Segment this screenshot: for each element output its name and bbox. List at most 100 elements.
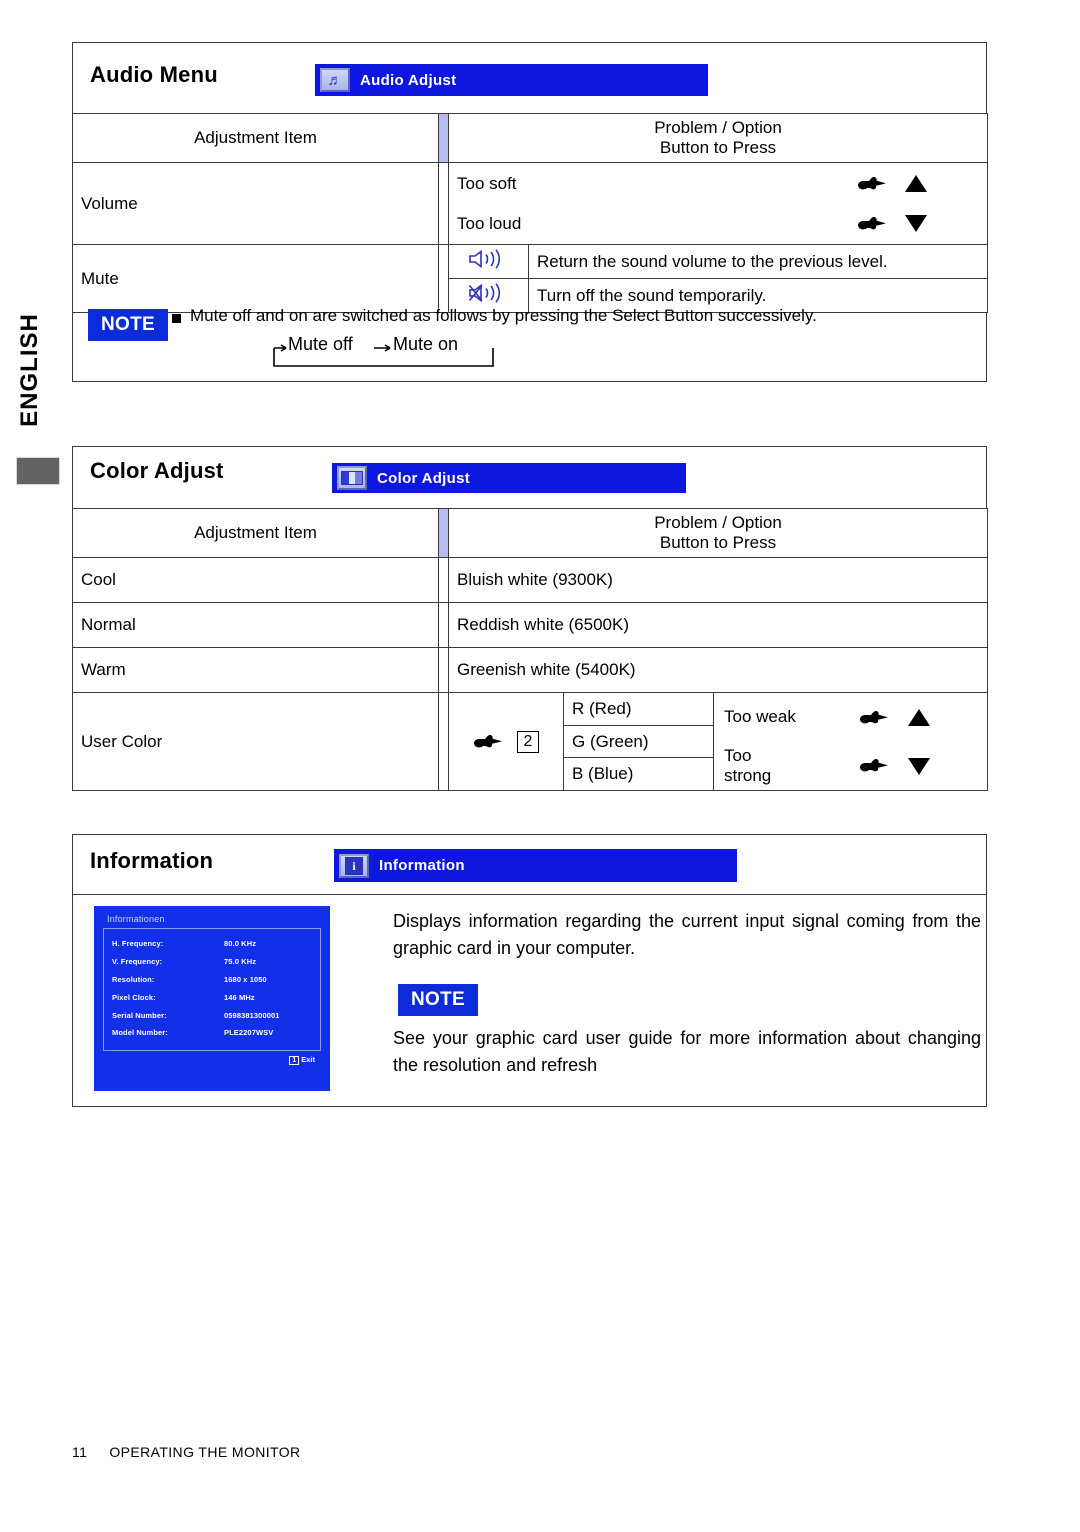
row-option-warm: Greenish white (5400K) [448, 647, 988, 693]
information-heading: Information [90, 848, 214, 873]
table-header-row: Adjustment Item Problem / OptionButton t… [72, 113, 988, 163]
table-row-cool: Cool Bluish white (9300K) [72, 557, 988, 603]
table-row-warm: Warm Greenish white (5400K) [72, 647, 988, 693]
table-header-row: Adjustment Item Problem / OptionButton t… [72, 508, 988, 558]
row-option-cool: Bluish white (9300K) [448, 557, 988, 603]
column-spacer [438, 244, 449, 313]
osd-label-pixel-clock: Pixel Clock: [112, 992, 156, 1002]
column-spacer [438, 692, 449, 791]
language-tab-label: ENGLISH [16, 313, 43, 427]
triangle-up-icon [905, 175, 928, 193]
mute-loop-label-off: Mute off [288, 334, 353, 354]
information-note-badge: NOTE [398, 984, 478, 1016]
column-header-button-to-press: Button to Press [659, 138, 777, 157]
column-header-adjustment-item: Adjustment Item [72, 508, 439, 558]
information-osd-label: Information [379, 857, 465, 874]
column-header-problem-option: Problem / Option [654, 118, 782, 137]
osd-value-resolution: 1680 x 1050 [224, 974, 267, 984]
column-spacer [438, 647, 449, 693]
column-spacer [438, 162, 449, 245]
audio-menu-heading: Audio Menu [90, 62, 218, 87]
color-adjust-osd-bar: Color Adjust [332, 463, 686, 493]
color-adjust-osd-label: Color Adjust [377, 469, 471, 487]
speaker-on-cell [448, 244, 529, 279]
osd-label-v-frequency: V. Frequency: [112, 957, 163, 967]
osd-value-v-frequency: 75.0 KHz [224, 957, 257, 967]
user-color-channels: R (Red) G (Green) B (Blue) [564, 693, 714, 790]
osd-exit-control[interactable]: 1 Exit [103, 1051, 321, 1066]
column-spacer [438, 113, 449, 163]
osd-row-v-frequency: V. Frequency: 75.0 KHz [112, 953, 312, 971]
user-color-key-number: 2 [517, 730, 539, 753]
information-paragraph: Displays information regarding the curre… [393, 911, 981, 958]
pointing-hand-icon [857, 174, 887, 194]
user-color-button-increase [802, 707, 987, 728]
osd-label-h-frequency: H. Frequency: [112, 939, 164, 949]
table-row-normal: Normal Reddish white (6500K) [72, 602, 988, 648]
osd-row-pixel-clock: Pixel Clock: 146 MHz [112, 988, 312, 1006]
user-color-problems: Too weak Too strong [714, 693, 987, 790]
volume-option-cell: Too soft Too loud [448, 162, 988, 245]
information-osd-screenshot: Informationen H. Frequency: 80.0 KHz V. … [94, 906, 330, 1091]
speaker-on-icon [467, 249, 511, 274]
osd-value-pixel-clock: 146 MHz [224, 992, 255, 1002]
osd-exit-key: 1 [289, 1055, 300, 1065]
row-label-normal: Normal [72, 602, 439, 648]
pointing-hand-icon [473, 732, 503, 752]
footer-title: OPERATING THE MONITOR [109, 1444, 301, 1460]
pointing-hand-icon [859, 756, 889, 776]
row-label-warm: Warm [72, 647, 439, 693]
mute-loop-label-on: Mute on [393, 334, 459, 354]
information-note-text: See your graphic card user guide for mor… [393, 1028, 981, 1075]
table-row-mute: Mute Return the sound volume to the prev… [72, 244, 988, 313]
audio-adjust-osd-label: Audio Adjust [360, 71, 457, 89]
user-color-channel-blue: B (Blue) [572, 764, 634, 784]
language-tab: ENGLISH [8, 300, 52, 440]
audio-adjust-osd-bar: ♬ Audio Adjust [315, 64, 708, 96]
table-row-volume: Volume Too soft Too loud [72, 162, 988, 245]
osd-screenshot-table: H. Frequency: 80.0 KHz V. Frequency: 75.… [112, 935, 312, 1042]
triangle-down-icon [907, 757, 930, 775]
color-adjust-table: Adjustment Item Problem / OptionButton t… [72, 508, 988, 791]
information-osd-bar: i Information [334, 849, 737, 882]
information-panel-divider [72, 894, 987, 895]
osd-label-serial-number: Serial Number: [112, 1010, 167, 1020]
color-adjust-table-wrap: Adjustment Item Problem / OptionButton t… [72, 508, 988, 791]
column-spacer [438, 557, 449, 603]
volume-button-decrease [797, 213, 987, 234]
column-spacer [438, 602, 449, 648]
user-color-channel-green: G (Green) [564, 726, 713, 759]
user-color-button-decrease [802, 755, 987, 776]
pointing-hand-icon [859, 708, 889, 728]
color-bars-icon [337, 466, 367, 490]
column-header-button-to-press: Button to Press [659, 533, 777, 552]
row-label-volume: Volume [72, 162, 439, 245]
color-adjust-heading: Color Adjust [90, 458, 224, 483]
column-header-problem-button: Problem / OptionButton to Press [448, 508, 988, 558]
column-header-problem-button: Problem / OptionButton to Press [448, 113, 988, 163]
user-color-key-cell: 2 [449, 693, 564, 790]
volume-option-too-loud: Too loud [457, 213, 522, 233]
audio-menu-table: Adjustment Item Problem / OptionButton t… [72, 113, 988, 313]
user-color-problem-too-weak: Too weak [724, 707, 796, 727]
osd-exit-label: Exit [301, 1054, 315, 1064]
info-icon: i [339, 853, 369, 878]
section-marker-tab [16, 457, 60, 485]
row-label-user-color: User Color [72, 692, 439, 791]
osd-row-model-number: Model Number: PLE2207WSV [112, 1024, 312, 1042]
column-header-problem-option: Problem / Option [654, 513, 782, 532]
column-spacer [438, 508, 449, 558]
audio-note-badge: NOTE [88, 309, 168, 341]
page-footer: 11 OPERATING THE MONITOR [72, 1444, 301, 1460]
row-label-cool: Cool [72, 557, 439, 603]
osd-row-resolution: Resolution: 1680 x 1050 [112, 971, 312, 989]
row-option-normal: Reddish white (6500K) [448, 602, 988, 648]
triangle-down-icon [905, 215, 928, 233]
column-header-adjustment-item: Adjustment Item [72, 113, 439, 163]
bullet-square-icon [172, 314, 181, 323]
user-color-cell: 2 R (Red) G (Green) B (Blue) Too weak To… [448, 692, 988, 791]
volume-option-too-soft: Too soft [457, 173, 517, 193]
osd-value-h-frequency: 80.0 KHz [224, 939, 257, 949]
osd-label-model-number: Model Number: [112, 1028, 168, 1038]
audio-menu-table-wrap: Adjustment Item Problem / OptionButton t… [72, 113, 988, 313]
